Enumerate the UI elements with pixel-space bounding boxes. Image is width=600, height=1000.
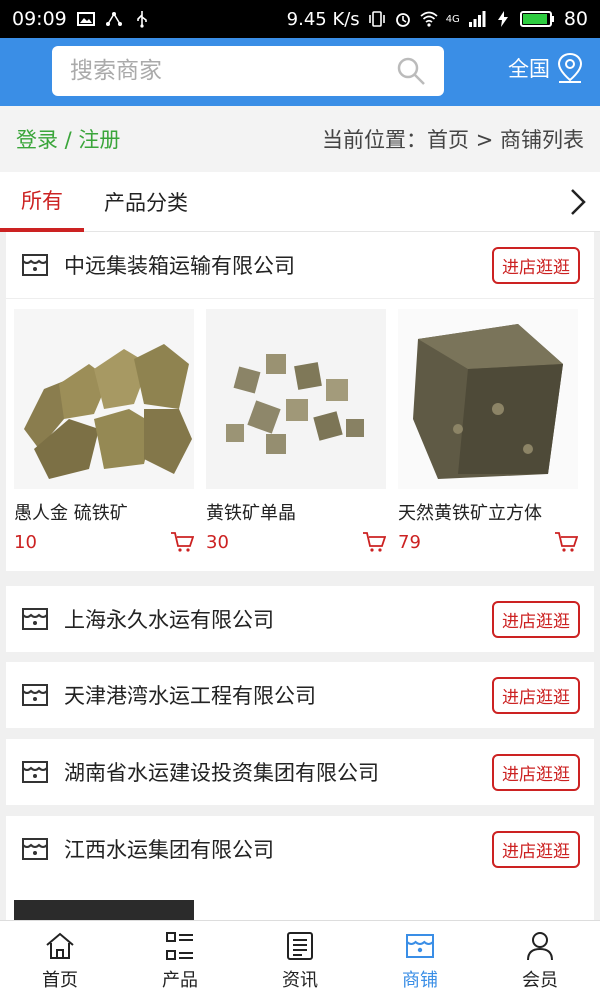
shop-icon	[22, 761, 48, 783]
shop-card[interactable]: 江西水运集团有限公司 进店逛逛	[6, 816, 594, 926]
chevron-right-icon[interactable]	[568, 187, 588, 217]
nav-label: 会员	[522, 969, 558, 991]
product-card[interactable]: 愚人金 硫铁矿 10	[14, 309, 194, 553]
product-image[interactable]	[206, 309, 386, 489]
cart-icon[interactable]	[170, 531, 194, 553]
product-name: 愚人金 硫铁矿	[14, 503, 128, 524]
status-time: 09:09	[12, 8, 67, 30]
product-price: 79	[398, 531, 421, 553]
shop-card[interactable]: 上海永久水运有限公司 进店逛逛	[6, 586, 594, 652]
product-price: 30	[206, 531, 229, 553]
shop-name: 天津港湾水运工程有限公司	[64, 684, 316, 708]
product-image[interactable]	[14, 309, 194, 489]
search-input[interactable]	[70, 58, 396, 84]
visit-shop-button[interactable]: 进店逛逛	[492, 676, 580, 714]
nav-news[interactable]: 资讯	[240, 921, 360, 1000]
shop-card[interactable]: 湖南省水运建设投资集团有限公司 进店逛逛	[6, 739, 594, 805]
tab-all[interactable]: 所有	[0, 172, 84, 232]
shop-header[interactable]: 中远集装箱运输有限公司 进店逛逛	[6, 232, 594, 298]
status-bar: 09:09 9.45 K/s 4G 80	[0, 0, 600, 38]
shop-icon	[22, 608, 48, 630]
shop-name: 中远集装箱运输有限公司	[64, 254, 295, 278]
product-name: 黄铁矿单晶	[206, 503, 296, 524]
charging-icon	[497, 11, 508, 27]
signal-icon	[468, 11, 486, 27]
share-icon	[105, 12, 122, 26]
shop-header[interactable]: 江西水运集团有限公司 进店逛逛	[6, 816, 594, 882]
grid-list-icon	[166, 931, 193, 960]
shop-icon	[22, 684, 48, 706]
breadcrumb-row: 登录 / 注册 当前位置：首页 > 商铺列表	[0, 106, 600, 172]
visit-shop-button[interactable]: 进店逛逛	[492, 753, 580, 791]
shop-name: 湖南省水运建设投资集团有限公司	[64, 761, 379, 785]
nav-label: 资讯	[282, 969, 318, 991]
shop-header[interactable]: 天津港湾水运工程有限公司 进店逛逛	[6, 662, 594, 728]
bottom-nav: 首页 产品 资讯 商铺 会员	[0, 920, 600, 1000]
visit-shop-button[interactable]: 进店逛逛	[492, 246, 580, 284]
login-register-link[interactable]: 登录 / 注册	[16, 124, 120, 154]
wifi-icon	[420, 11, 438, 27]
cart-icon[interactable]	[362, 531, 386, 553]
visit-shop-button[interactable]: 进店逛逛	[492, 830, 580, 868]
header: 全国	[0, 38, 600, 106]
usb-icon	[136, 11, 147, 28]
product-card[interactable]: 黄铁矿单晶 30	[206, 309, 386, 553]
search-icon[interactable]	[396, 56, 426, 86]
nav-shops[interactable]: 商铺	[360, 921, 480, 1000]
shop-header[interactable]: 上海永久水运有限公司 进店逛逛	[6, 586, 594, 652]
battery-level: 80	[563, 8, 588, 30]
image-icon	[76, 12, 95, 26]
alarm-icon	[395, 13, 410, 27]
nav-member[interactable]: 会员	[480, 921, 600, 1000]
location-pin-icon	[557, 52, 583, 83]
product-image[interactable]	[398, 309, 578, 489]
shop-name: 江西水运集团有限公司	[64, 838, 274, 862]
shop-card: 中远集装箱运输有限公司 进店逛逛 愚人金 硫铁矿 10 黄铁矿单晶 30 天然黄…	[6, 232, 594, 571]
search-box[interactable]	[52, 46, 444, 96]
shop-icon	[22, 838, 48, 860]
person-icon	[527, 931, 553, 960]
nav-label: 产品	[162, 969, 198, 991]
cart-icon[interactable]	[554, 531, 578, 553]
battery-icon	[519, 11, 554, 27]
product-price: 10	[14, 531, 37, 553]
home-icon	[46, 932, 74, 959]
visit-shop-button[interactable]: 进店逛逛	[492, 600, 580, 638]
signal-label: 4G	[445, 13, 460, 25]
shop-icon	[406, 933, 434, 958]
shop-card[interactable]: 天津港湾水运工程有限公司 进店逛逛	[6, 662, 594, 728]
region-selector[interactable]: 全国	[508, 52, 584, 84]
nav-products[interactable]: 产品	[120, 921, 240, 1000]
shop-icon	[22, 254, 48, 276]
shop-header[interactable]: 湖南省水运建设投资集团有限公司 进店逛逛	[6, 739, 594, 805]
product-card[interactable]: 天然黄铁矿立方体 79	[398, 309, 578, 553]
breadcrumb: 当前位置：首页 > 商铺列表	[322, 128, 584, 152]
nav-label: 商铺	[402, 969, 438, 991]
vibrate-icon	[368, 11, 385, 27]
tab-category[interactable]: 产品分类	[104, 172, 188, 232]
nav-home[interactable]: 首页	[0, 921, 120, 1000]
region-label: 全国	[508, 57, 550, 81]
product-name: 天然黄铁矿立方体	[398, 503, 542, 524]
nav-label: 首页	[42, 969, 78, 991]
network-speed: 9.45 K/s	[286, 8, 360, 30]
product-row: 愚人金 硫铁矿 10 黄铁矿单晶 30 天然黄铁矿立方体 79	[6, 298, 594, 571]
tab-bar: 所有 产品分类	[0, 172, 600, 232]
news-icon	[287, 931, 313, 960]
shop-name: 上海永久水运有限公司	[64, 608, 274, 632]
